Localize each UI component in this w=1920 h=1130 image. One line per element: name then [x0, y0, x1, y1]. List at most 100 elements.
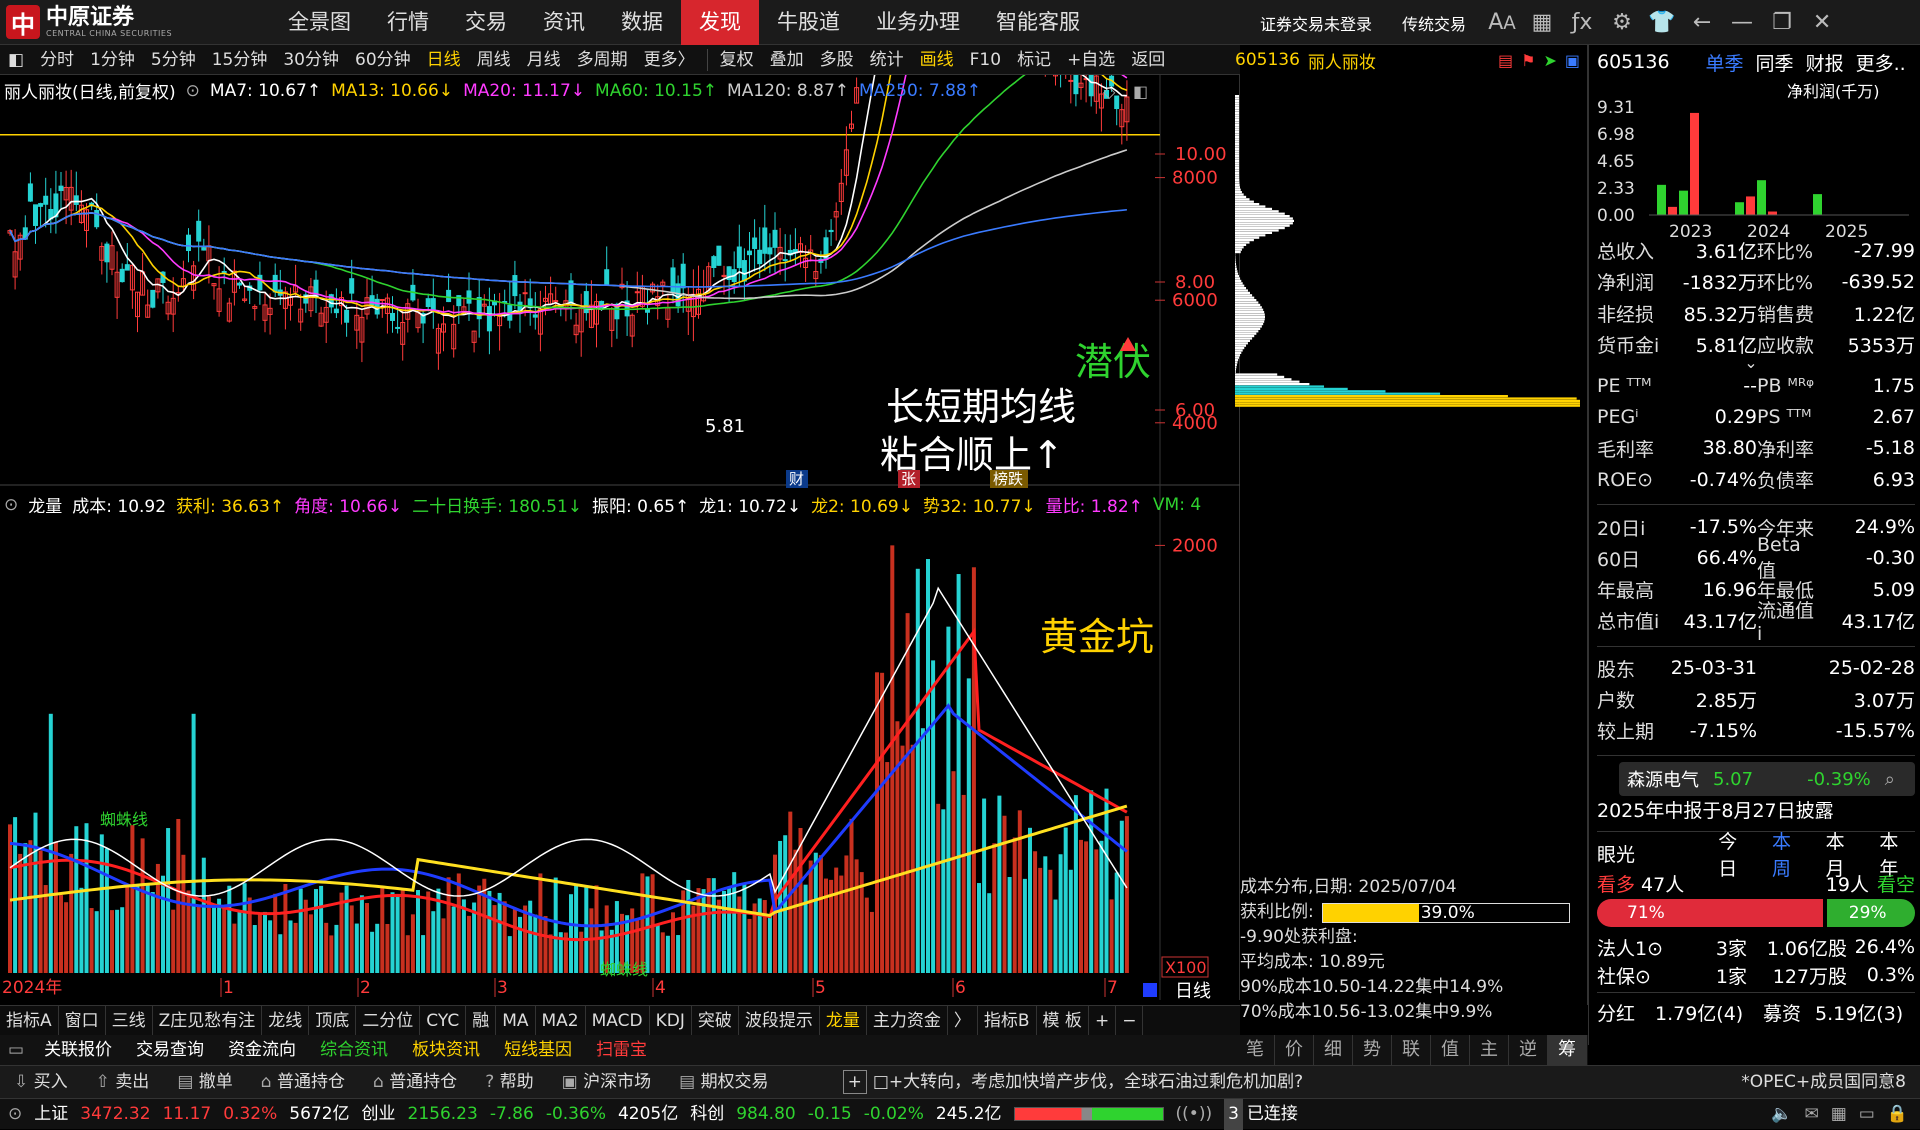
- nav-item[interactable]: 资讯: [525, 0, 603, 45]
- vol-dropdown-icon[interactable]: ⊙: [4, 495, 18, 515]
- traditional-trade-link[interactable]: 传统交易: [1402, 11, 1466, 35]
- lock-icon[interactable]: 🔒: [1887, 1099, 1908, 1130]
- expand-chevron-icon[interactable]: ⌄: [1587, 360, 1915, 370]
- diamond-icon[interactable]: ◇: [1103, 82, 1116, 101]
- period-tab[interactable]: 60分钟: [347, 45, 419, 75]
- quick-link[interactable]: 综合资讯: [308, 1035, 400, 1065]
- chart-tool-button[interactable]: 返回: [1123, 45, 1173, 75]
- quick-link[interactable]: 板块资讯: [400, 1035, 492, 1065]
- kc-index-label[interactable]: 科创: [690, 1099, 724, 1130]
- quick-link[interactable]: 关联报价: [32, 1035, 124, 1065]
- indicator-tab[interactable]: Z庄见愁有注: [153, 1006, 263, 1036]
- indicator-tab[interactable]: 主力资金: [867, 1006, 948, 1036]
- indicator-tab[interactable]: 〉: [948, 1006, 978, 1036]
- calc-icon[interactable]: ▦: [1831, 1099, 1847, 1130]
- news-ticker[interactable]: □+大转向，考虑加快增产步伐，全球石油过剩危机加剧?: [867, 1066, 1317, 1099]
- linkbar-toggle-icon[interactable]: ▭: [0, 1035, 32, 1065]
- indicator-tab[interactable]: 龙量: [820, 1006, 867, 1036]
- side-bottom-tab[interactable]: 主: [1470, 1035, 1509, 1065]
- stock-popup[interactable]: 森源电气5.07-0.39%⌕: [1619, 762, 1915, 796]
- trade-button[interactable]: ▤ 撤单: [163, 1066, 246, 1099]
- chart-tool-button[interactable]: 复权: [712, 45, 762, 75]
- indicator-tab[interactable]: 融: [466, 1006, 496, 1036]
- chart-tool-button[interactable]: 标记: [1009, 45, 1059, 75]
- skin-shirt-icon[interactable]: 👕: [1642, 0, 1682, 45]
- period-tab[interactable]: 日线: [419, 45, 469, 75]
- side-bottom-tab[interactable]: 价: [1275, 1035, 1314, 1065]
- sound-icon[interactable]: 🔈: [1771, 1099, 1792, 1130]
- restore-icon[interactable]: ❐: [1762, 0, 1802, 45]
- period-tab[interactable]: 5分钟: [143, 45, 204, 75]
- chart-tool-button[interactable]: 叠加: [762, 45, 812, 75]
- login-status[interactable]: 证券交易未登录: [1260, 11, 1372, 35]
- trade-button[interactable]: ⇧ 卖出: [82, 1066, 164, 1099]
- side-tab[interactable]: 同季: [1756, 49, 1794, 76]
- period-tab[interactable]: 周线: [469, 45, 519, 75]
- trade-button[interactable]: ? 帮助: [471, 1066, 547, 1099]
- chip-icon[interactable]: ▤: [1498, 51, 1513, 70]
- kline-chart[interactable]: 16.0014.0012.0010.008.006.0016.965.8112.…: [0, 75, 1240, 1000]
- quick-link[interactable]: 短线基因: [492, 1035, 584, 1065]
- back-arrow-icon[interactable]: ←: [1682, 0, 1722, 45]
- chart-tool-button[interactable]: +自选: [1059, 45, 1123, 75]
- indicator-tab[interactable]: 窗口: [59, 1006, 106, 1036]
- nav-item[interactable]: 牛股道: [759, 0, 858, 45]
- settings-gear-icon[interactable]: ⚙: [1602, 0, 1642, 45]
- arrow-icon[interactable]: ➤: [1543, 51, 1556, 70]
- chart-tool-button[interactable]: 统计: [862, 45, 912, 75]
- quick-link[interactable]: 交易查询: [124, 1035, 216, 1065]
- period-tab[interactable]: 15分钟: [204, 45, 276, 75]
- nav-item[interactable]: 智能客服: [978, 0, 1098, 45]
- formula-icon[interactable]: ƒx: [1562, 0, 1602, 45]
- side-bottom-tab[interactable]: 筹: [1548, 1035, 1587, 1065]
- side-tab[interactable]: 财报: [1806, 49, 1844, 76]
- bear-bar[interactable]: 29%: [1827, 899, 1915, 927]
- nav-item[interactable]: 发现: [681, 0, 759, 45]
- indicator-tab[interactable]: 二分位: [356, 1006, 420, 1036]
- indicator-tab[interactable]: 指标A: [0, 1006, 59, 1036]
- chart-tool-button[interactable]: 多股: [812, 45, 862, 75]
- layout-grid-icon[interactable]: ▦: [1522, 0, 1562, 45]
- monitor-icon[interactable]: ▭: [1859, 1099, 1875, 1130]
- indicator-tab[interactable]: MA: [496, 1006, 535, 1036]
- trade-button[interactable]: ▣ 沪深市场: [548, 1066, 665, 1099]
- nav-item[interactable]: 行情: [369, 0, 447, 45]
- indicator-tab[interactable]: 顶底: [309, 1006, 356, 1036]
- trade-button[interactable]: ⇩ 买入: [0, 1066, 82, 1099]
- period-tab[interactable]: 月线: [519, 45, 569, 75]
- nav-item[interactable]: 全景图: [270, 0, 369, 45]
- trade-button[interactable]: ⌂ 普通持仓: [359, 1066, 471, 1099]
- chart-tool-button[interactable]: 画线: [912, 45, 962, 75]
- period-tab[interactable]: 30分钟: [275, 45, 347, 75]
- indicator-tab[interactable]: MACD: [586, 1006, 650, 1036]
- trade-button[interactable]: ⌂ 普通持仓: [247, 1066, 359, 1099]
- period-tab[interactable]: 分时: [32, 45, 82, 75]
- close-icon[interactable]: ✕: [1802, 0, 1842, 45]
- quick-link[interactable]: 资金流向: [216, 1035, 308, 1065]
- popup-search-icon[interactable]: ⌕: [1885, 769, 1895, 790]
- side-bottom-tab[interactable]: 值: [1431, 1035, 1470, 1065]
- period-tab[interactable]: 多周期: [569, 45, 636, 75]
- side-bottom-tab[interactable]: 笔: [1236, 1035, 1275, 1065]
- indicator-tab[interactable]: +: [1089, 1006, 1116, 1036]
- indicator-tab[interactable]: 突破: [692, 1006, 739, 1036]
- side-bottom-tab[interactable]: 联: [1392, 1035, 1431, 1065]
- message-icon[interactable]: ✉: [1804, 1099, 1818, 1130]
- toolbar-toggle-icon[interactable]: ◧: [0, 45, 32, 75]
- indicator-tab[interactable]: 龙线: [262, 1006, 309, 1036]
- eye-tab[interactable]: 本周: [1772, 827, 1808, 881]
- indicator-tab[interactable]: MA2: [536, 1006, 586, 1036]
- eye-tab[interactable]: 今日: [1718, 827, 1754, 881]
- indicator-tab[interactable]: −: [1116, 1006, 1143, 1036]
- bull-bar[interactable]: 71%: [1597, 899, 1823, 927]
- side-tab[interactable]: 单季: [1706, 49, 1744, 76]
- period-tab[interactable]: 1分钟: [82, 45, 143, 75]
- add-news-icon[interactable]: +: [843, 1070, 867, 1094]
- side-bottom-tab[interactable]: 势: [1353, 1035, 1392, 1065]
- indicator-tab[interactable]: KDJ: [650, 1006, 692, 1036]
- indicator-tab[interactable]: 指标B: [978, 1006, 1037, 1036]
- image-icon[interactable]: ▣: [1565, 51, 1580, 70]
- nav-item[interactable]: 交易: [447, 0, 525, 45]
- chart-tool-button[interactable]: F10: [962, 45, 1009, 75]
- period-tab[interactable]: 更多〉: [636, 45, 703, 75]
